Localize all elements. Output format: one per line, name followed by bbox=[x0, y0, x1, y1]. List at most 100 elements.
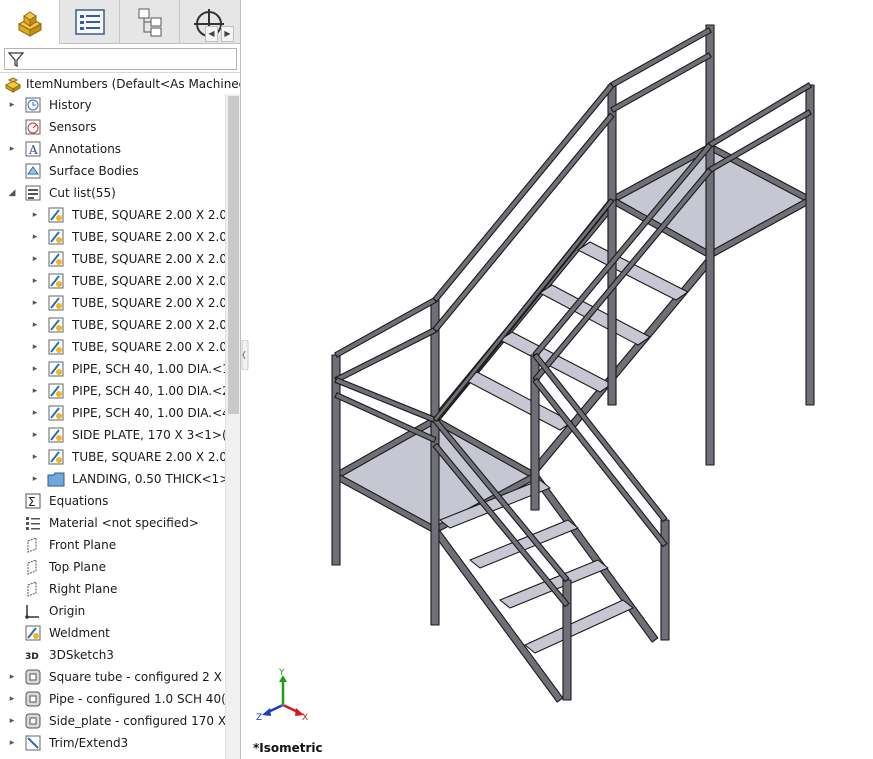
tree-item-label: TUBE, SQUARE 2.00 X 2.00 X . bbox=[72, 296, 241, 310]
cut-list-item-icon bbox=[48, 317, 64, 333]
cut-list-item-icon bbox=[48, 383, 64, 399]
svg-text:Σ: Σ bbox=[28, 495, 36, 509]
trim-extend-icon bbox=[25, 735, 41, 751]
tree-item[interactable]: 3D 3DSketch3 bbox=[0, 644, 225, 666]
frame-post bbox=[331, 354, 341, 566]
tree-item[interactable]: ▸ TUBE, SQUARE 2.00 X 2.00 X . bbox=[0, 248, 240, 270]
graphics-area[interactable]: Y X Z bbox=[249, 0, 873, 759]
panel-splitter-handle[interactable] bbox=[241, 340, 249, 370]
svg-text:A: A bbox=[28, 143, 38, 157]
property-manager-icon bbox=[74, 9, 105, 35]
tree-item[interactable]: ▸ TUBE, SQUARE 2.00 X 2.00 X . bbox=[0, 292, 240, 314]
handrail-pipe bbox=[334, 327, 437, 383]
tree-item-label: Equations bbox=[49, 494, 109, 508]
tree-item[interactable]: ▸ TUBE, SQUARE 2.00 X 2.00 X . bbox=[0, 336, 240, 358]
tree-item[interactable]: ▸ PIPE, SCH 40, 1.00 DIA.<1>(8 bbox=[0, 358, 240, 380]
expand-arrow-icon[interactable]: ▸ bbox=[30, 226, 40, 248]
expand-arrow-icon[interactable]: ▸ bbox=[30, 380, 40, 402]
tree-item[interactable]: ▸ LANDING, 0.50 THICK<1>(2) bbox=[0, 468, 240, 490]
tree-item-label: SIDE PLATE, 170 X 3<1>(7) bbox=[72, 428, 239, 442]
origin-icon bbox=[25, 605, 39, 619]
tree-item-label: TUBE, SQUARE 2.00 X 2.00 X . bbox=[72, 274, 241, 288]
tab-property-manager[interactable] bbox=[60, 0, 120, 44]
tree-item-label: Side_plate - configured 170 X 3(1) bbox=[49, 714, 241, 728]
tree-item[interactable]: Σ Equations bbox=[0, 490, 225, 512]
tree-item[interactable]: Weldment bbox=[0, 622, 225, 644]
collapse-arrow-icon[interactable]: ◢ bbox=[7, 182, 17, 204]
tree-item[interactable]: Origin bbox=[0, 600, 225, 622]
expand-arrow-icon[interactable]: ▸ bbox=[7, 138, 17, 160]
tree-item[interactable]: ▸ A Annotations bbox=[0, 138, 225, 160]
tree-item[interactable]: ▸ TUBE, SQUARE 2.00 X 2.00 X . bbox=[0, 446, 240, 468]
tree-item[interactable]: ▸ PIPE, SCH 40, 1.00 DIA.<2>(4 bbox=[0, 380, 240, 402]
cut-list-item-icon bbox=[48, 273, 64, 289]
tree-item-label: Annotations bbox=[49, 142, 122, 156]
cut-list-item-icon bbox=[48, 295, 64, 311]
tree-item[interactable]: ▸ Square tube - configured 2 X 2 X ( bbox=[0, 666, 240, 688]
handrail-pipe bbox=[610, 27, 712, 88]
tab-scroll-left-button[interactable]: ◀ bbox=[205, 26, 218, 42]
tree-item[interactable]: ▸ Trim/Extend3 bbox=[0, 732, 225, 754]
tree-item-label: TUBE, SQUARE 2.00 X 2.00 X . bbox=[72, 450, 241, 464]
feature-manager-panel: ◀ ▶ ItemNumbers (Default<As Machined ▸ Hi… bbox=[0, 0, 241, 759]
tree-scrollbar[interactable] bbox=[225, 94, 240, 759]
tree-item[interactable]: Surface Bodies bbox=[0, 160, 225, 182]
tab-feature-manager[interactable] bbox=[0, 0, 60, 44]
tree-item[interactable]: ▸ TUBE, SQUARE 2.00 X 2.00 X . bbox=[0, 226, 240, 248]
tree-item[interactable]: ▸ TUBE, SQUARE 2.00 X 2.00 X . bbox=[0, 314, 240, 336]
handrail-pipe bbox=[610, 52, 712, 113]
history-icon bbox=[25, 97, 41, 113]
filter-input[interactable] bbox=[4, 48, 237, 70]
tree-item[interactable]: ▸ SIDE PLATE, 170 X 3<1>(7) bbox=[0, 424, 239, 446]
tree-item-label: PIPE, SCH 40, 1.00 DIA.<2>(4 bbox=[72, 384, 241, 398]
expand-arrow-icon[interactable]: ▸ bbox=[7, 732, 17, 754]
tree-item[interactable]: ▸ PIPE, SCH 40, 1.00 DIA.<4>(4 bbox=[0, 402, 240, 424]
expand-arrow-icon[interactable]: ▸ bbox=[30, 204, 40, 226]
expand-arrow-icon[interactable]: ▸ bbox=[7, 688, 17, 710]
tree-item[interactable]: ▸ TUBE, SQUARE 2.00 X 2.00 X . bbox=[0, 270, 240, 292]
annotations-icon: A bbox=[25, 141, 41, 157]
tree-item-label: Weldment bbox=[49, 626, 110, 640]
tree-root-label: ItemNumbers (Default<As Machined bbox=[26, 77, 241, 91]
material-icon bbox=[26, 517, 40, 530]
tree-item-label: Front Plane bbox=[49, 538, 117, 552]
tree-item[interactable]: ▸ TUBE, SQUARE 2.00 X 2.00 X . bbox=[0, 204, 240, 226]
handrail-pipe bbox=[532, 377, 668, 548]
tree-item-label: TUBE, SQUARE 2.00 X 2.00 X . bbox=[72, 318, 241, 332]
expand-arrow-icon[interactable]: ▸ bbox=[7, 94, 17, 116]
tree-item[interactable]: ▸ History bbox=[0, 94, 225, 116]
stair-weldment-model[interactable] bbox=[331, 24, 815, 703]
expand-arrow-icon[interactable]: ▸ bbox=[30, 358, 40, 380]
expand-arrow-icon[interactable]: ▸ bbox=[30, 336, 40, 358]
expand-arrow-icon[interactable]: ▸ bbox=[30, 424, 40, 446]
tab-scroll-right-button[interactable]: ▶ bbox=[221, 26, 234, 42]
tree-item[interactable]: Sensors bbox=[0, 116, 225, 138]
tree-root-item[interactable]: ItemNumbers (Default<As Machined bbox=[0, 72, 241, 94]
expand-arrow-icon[interactable]: ▸ bbox=[30, 468, 40, 490]
cut-list-item-icon bbox=[48, 449, 64, 465]
tree-item[interactable]: Right Plane bbox=[0, 578, 225, 600]
tree-item[interactable]: Material <not specified> bbox=[0, 512, 225, 534]
expand-arrow-icon[interactable]: ▸ bbox=[30, 402, 40, 424]
tab-configuration-manager[interactable] bbox=[120, 0, 180, 44]
stair-tread bbox=[539, 284, 651, 346]
tree-item[interactable]: ▸ Side_plate - configured 170 X 3(1) bbox=[0, 710, 240, 732]
frame-post bbox=[607, 199, 617, 406]
expand-arrow-icon[interactable]: ▸ bbox=[30, 248, 40, 270]
cut-list-item-icon bbox=[48, 339, 64, 355]
expand-arrow-icon[interactable]: ▸ bbox=[30, 270, 40, 292]
tree-item[interactable]: Front Plane bbox=[0, 534, 225, 556]
tree-item-label: Trim/Extend3 bbox=[49, 736, 129, 750]
tree-item[interactable]: ◢ Cut list(55) bbox=[0, 182, 225, 204]
tree-item[interactable]: Top Plane bbox=[0, 556, 225, 578]
tree-item[interactable]: ▸ Pipe - configured 1.0 SCH 40(1) bbox=[0, 688, 238, 710]
expand-arrow-icon[interactable]: ▸ bbox=[7, 666, 17, 688]
filter-bar bbox=[0, 45, 240, 71]
expand-arrow-icon[interactable]: ▸ bbox=[30, 314, 40, 336]
expand-arrow-icon[interactable]: ▸ bbox=[30, 446, 40, 468]
tree-scrollbar-thumb[interactable] bbox=[228, 96, 239, 414]
expand-arrow-icon[interactable]: ▸ bbox=[30, 292, 40, 314]
expand-arrow-icon[interactable]: ▸ bbox=[7, 710, 17, 732]
triad-x-label: X bbox=[302, 713, 308, 723]
surface-bodies-icon bbox=[25, 163, 41, 179]
